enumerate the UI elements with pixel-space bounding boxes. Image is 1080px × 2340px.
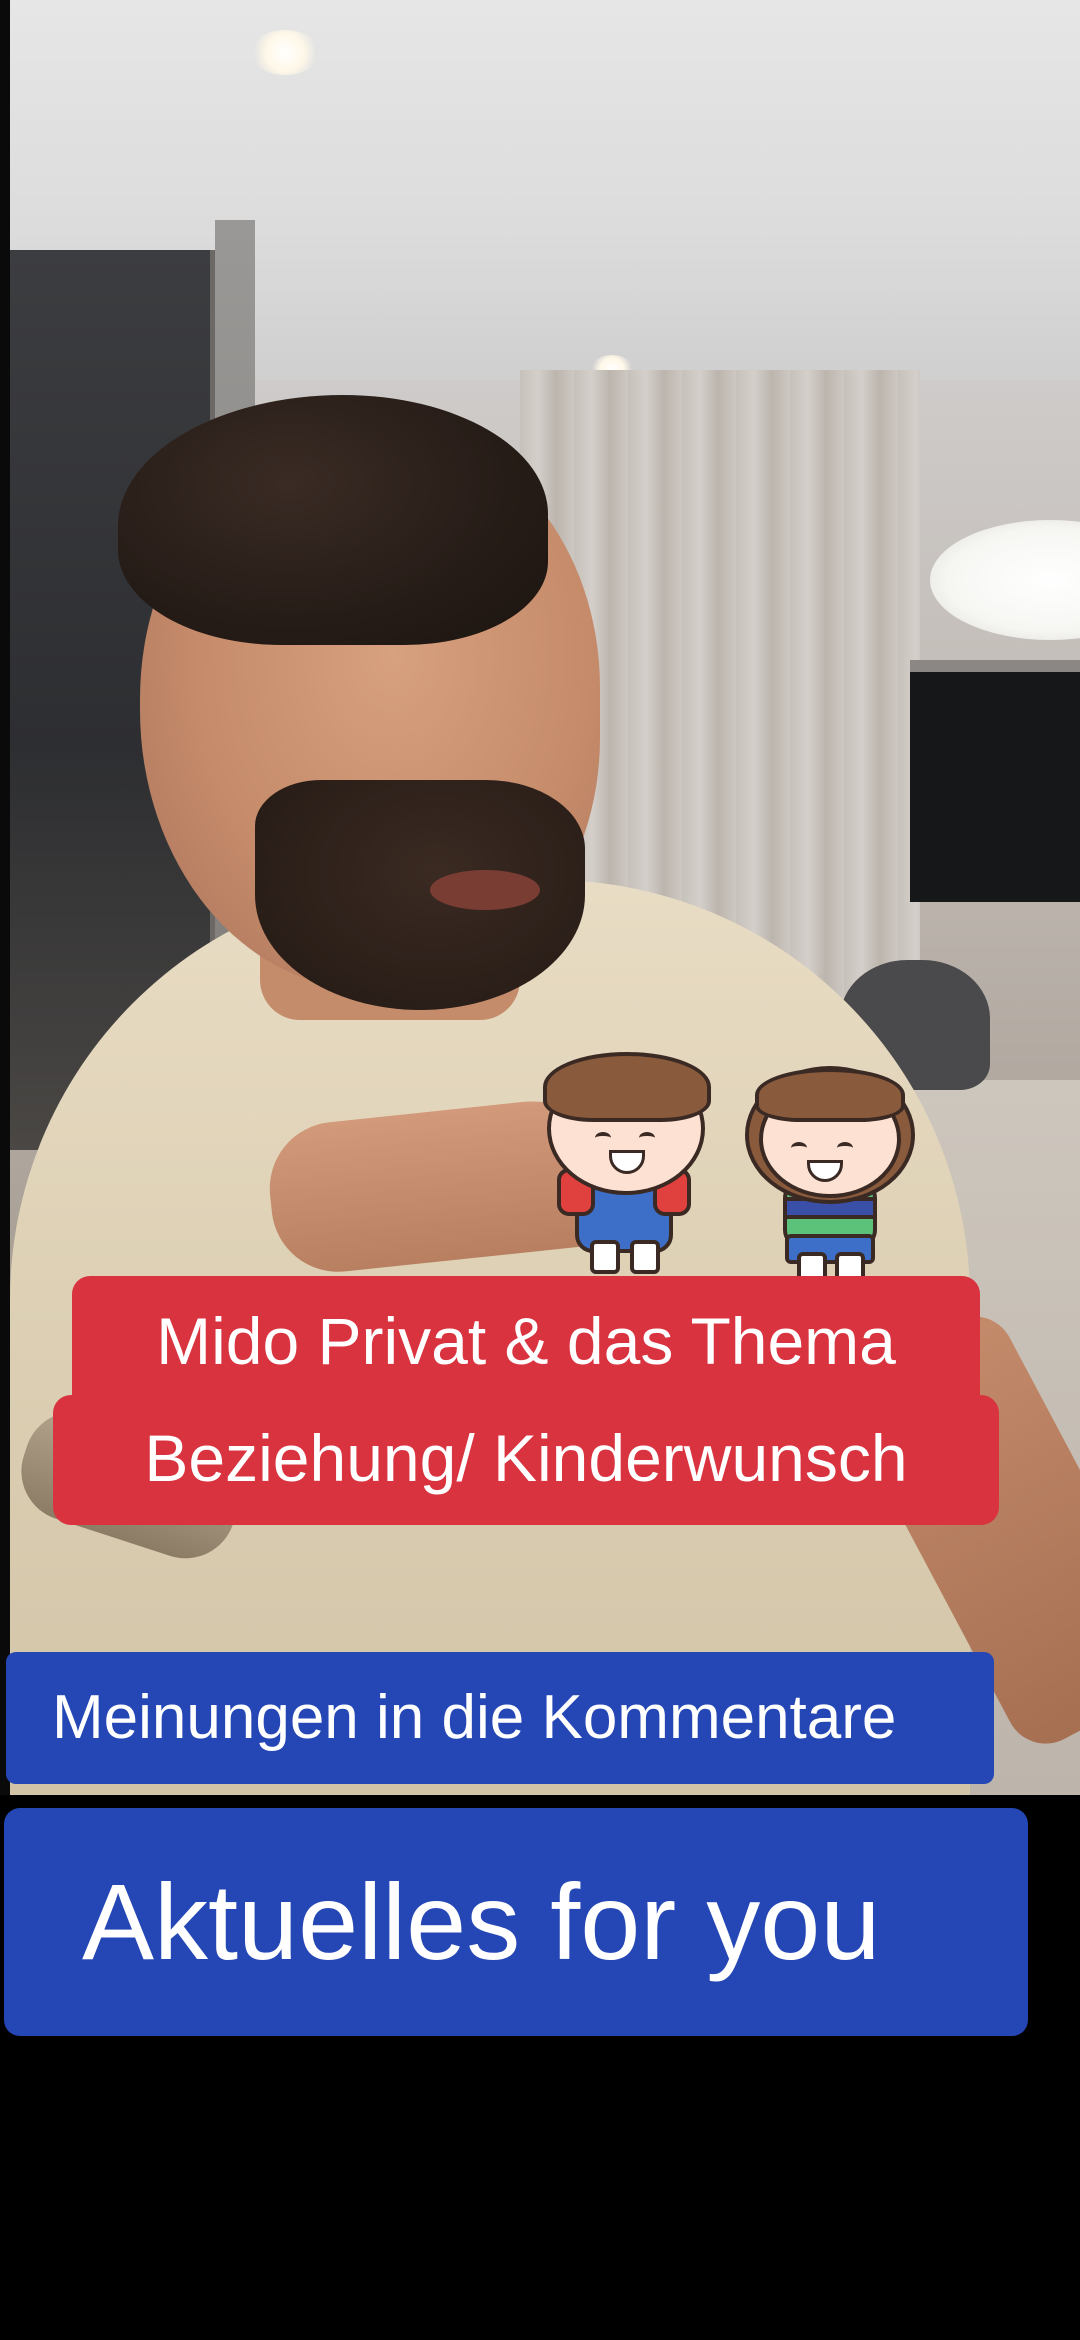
pendant-lamp xyxy=(930,520,1080,640)
caption-line-1: Mido Privat & das Thema xyxy=(72,1276,980,1406)
edge-strip xyxy=(0,0,10,1795)
ceiling-light-icon xyxy=(250,30,320,75)
caption-comments-prompt: Meinungen in die Kommentare xyxy=(6,1652,994,1784)
person-mouth xyxy=(430,870,540,910)
caption-aktuelles: Aktuelles for you xyxy=(4,1808,1028,2036)
cartoon-boy-icon xyxy=(535,1050,715,1280)
caption-line-2: Beziehung/ Kinderwunsch xyxy=(53,1395,999,1525)
video-scene xyxy=(0,0,1080,1795)
window-right xyxy=(910,660,1080,902)
video-frame[interactable]: Mido Privat & das Thema Beziehung/ Kinde… xyxy=(0,0,1080,2340)
cartoon-girl-icon xyxy=(745,1062,915,1282)
